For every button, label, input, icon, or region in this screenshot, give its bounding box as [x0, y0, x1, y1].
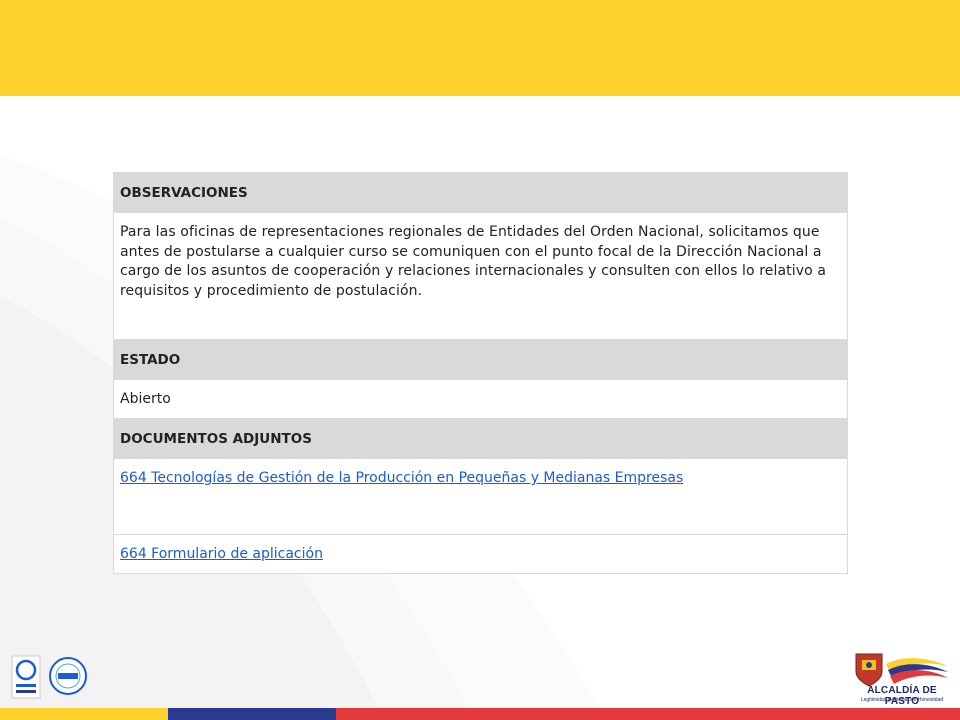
bottom-color-strip	[0, 708, 960, 720]
strip-blue	[168, 708, 336, 720]
course-info-table: OBSERVACIONES Para las oficinas de repre…	[113, 172, 848, 574]
observaciones-header: OBSERVACIONES	[113, 172, 848, 213]
table-row: OBSERVACIONES	[113, 172, 848, 213]
observaciones-text: Para las oficinas de representaciones re…	[113, 212, 848, 340]
coat-of-arms-icon	[855, 653, 883, 687]
estado-value: Abierto	[113, 379, 848, 419]
table-row: DOCUMENTOS ADJUNTOS	[113, 418, 848, 459]
certification-logos	[11, 655, 87, 699]
table-row: Abierto	[113, 379, 848, 419]
document-link-formulario[interactable]: 664 Formulario de aplicación	[120, 546, 323, 562]
certification-seal-icon	[49, 657, 87, 695]
flag-swoosh-icon	[886, 658, 948, 684]
strip-yellow	[0, 708, 168, 720]
table-row: Para las oficinas de representaciones re…	[113, 212, 848, 340]
estado-header: ESTADO	[113, 339, 848, 380]
certification-seal-icon	[11, 655, 41, 699]
table-row: 664 Tecnologías de Gestión de la Producc…	[113, 458, 848, 535]
logo-title: ALCALDÍA DE PASTO	[867, 685, 937, 707]
table-row: ESTADO	[113, 339, 848, 380]
top-banner	[0, 0, 960, 96]
logo-subtitle: Legitimidad Participación Honestidad	[860, 697, 944, 703]
document-link-tecnologias[interactable]: 664 Tecnologías de Gestión de la Producc…	[120, 470, 683, 486]
table-row: 664 Formulario de aplicación	[113, 534, 848, 574]
strip-red	[336, 708, 960, 720]
documentos-header: DOCUMENTOS ADJUNTOS	[113, 418, 848, 459]
